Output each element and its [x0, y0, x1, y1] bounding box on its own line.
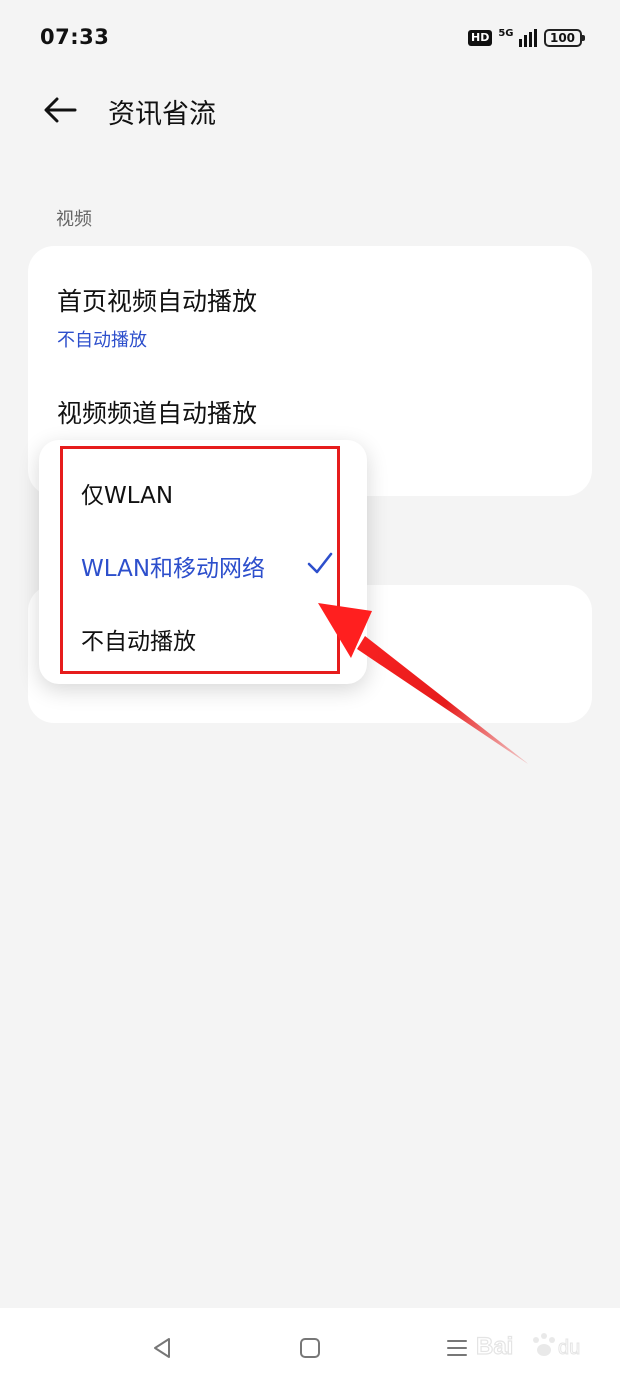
back-triangle-icon: [154, 1338, 170, 1358]
video-channel-autoplay-title[interactable]: 视频频道自动播放: [57, 394, 257, 430]
homepage-video-autoplay-value: 不自动播放: [57, 330, 147, 351]
back-arrow-icon: [44, 97, 77, 123]
homepage-video-autoplay-title[interactable]: 首页视频自动播放: [57, 282, 257, 318]
status-icons: HD 5G 100: [468, 26, 585, 50]
battery-level: 100: [549, 31, 576, 45]
section-label: 视频: [56, 209, 92, 230]
svg-text:du: du: [558, 1337, 580, 1359]
nav-back-button[interactable]: [142, 1328, 182, 1368]
watermark-logo: Bai du: [475, 1332, 580, 1360]
nav-recents-button[interactable]: [437, 1328, 477, 1368]
network-type: 5G: [498, 27, 514, 39]
annotation-highlight-box: [60, 446, 340, 674]
svg-text:Bai: Bai: [476, 1333, 513, 1360]
page-title: 资讯省流: [108, 99, 216, 130]
hd-badge: HD: [468, 30, 493, 46]
recents-lines-icon: [447, 1340, 467, 1356]
nav-home-button[interactable]: [290, 1328, 330, 1368]
signal-icon: [518, 29, 537, 47]
back-button[interactable]: [36, 88, 84, 132]
status-time: 07:33: [40, 25, 110, 49]
battery-icon: 100: [543, 29, 585, 47]
home-square-icon: [300, 1338, 320, 1358]
